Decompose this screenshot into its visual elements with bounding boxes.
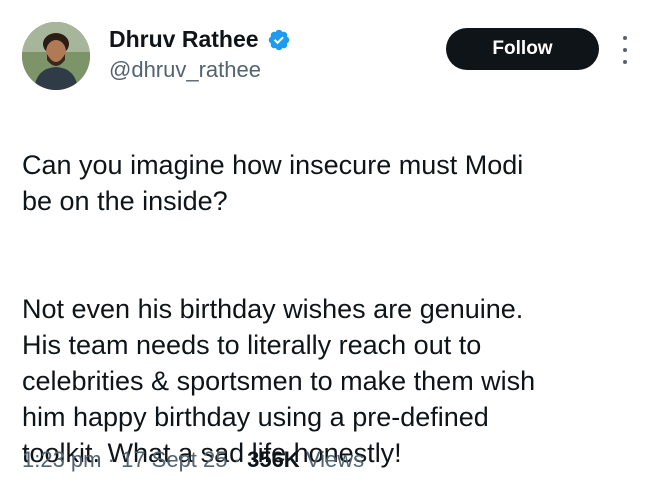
avatar[interactable] — [22, 22, 90, 90]
follow-button[interactable]: Follow — [446, 28, 599, 70]
tweet-date[interactable]: 17 Sept 25 — [121, 447, 227, 472]
author-handle[interactable]: @dhruv_rathee — [109, 57, 261, 83]
tweet-paragraph: Can you imagine how insecure must Modi b… — [22, 150, 524, 216]
views-count[interactable]: 356K — [247, 447, 300, 472]
more-vertical-icon[interactable] — [618, 36, 632, 64]
verified-badge-icon — [267, 28, 291, 52]
tweet-paragraph: Not even his birthday wishes are genuine… — [22, 294, 536, 468]
avatar-image — [22, 22, 90, 90]
tweet-meta: 1:23 pm · 17 Sept 25 · 356K Views — [22, 447, 364, 473]
views-label: Views — [305, 447, 365, 472]
meta-separator: · — [107, 447, 115, 472]
tweet-text: Can you imagine how insecure must Modi b… — [22, 111, 652, 493]
display-name[interactable]: Dhruv Rathee — [109, 26, 259, 53]
tweet-card: Dhruv Rathee @dhruv_rathee Follow Can yo… — [0, 0, 660, 493]
meta-separator: · — [233, 447, 241, 472]
tweet-time[interactable]: 1:23 pm — [22, 447, 102, 472]
author-name-row: Dhruv Rathee — [109, 26, 291, 53]
